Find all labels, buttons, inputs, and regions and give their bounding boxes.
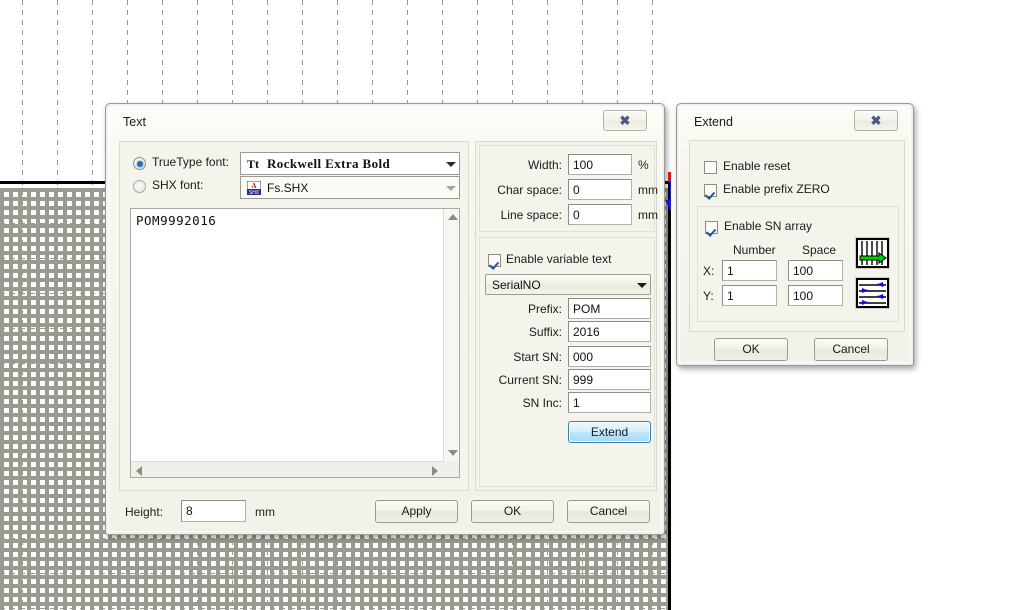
scroll-down-icon[interactable] <box>448 450 458 456</box>
width-unit: % <box>638 158 649 172</box>
variable-text-group: Enable variable text SerialNO Prefix: PO… <box>479 237 655 487</box>
y-axis-label: Y: <box>703 289 714 303</box>
start-sn-input[interactable]: 000 <box>568 346 651 367</box>
truetype-font-radio[interactable] <box>133 157 146 170</box>
text-dialog-surface: Text ✖ TrueType font: SHX font: Tt Rockw… <box>108 106 662 532</box>
extend-button[interactable]: Extend <box>568 421 651 443</box>
text-content-value: POM9992016 <box>136 213 217 228</box>
grid-line-h <box>0 573 671 574</box>
enable-reset-label: Enable reset <box>723 159 791 173</box>
text-dialog-titlebar[interactable]: Text ✖ <box>109 107 661 139</box>
text-dialog-title: Text <box>123 115 146 129</box>
line-space-unit: mm <box>638 208 658 222</box>
scroll-corner <box>443 461 459 477</box>
y-number-input[interactable]: 1 <box>722 285 777 306</box>
text-dialog-close-button[interactable]: ✖ <box>603 110 647 131</box>
editor-horizontal-scrollbar[interactable] <box>131 461 443 477</box>
ok-button[interactable]: OK <box>471 500 554 523</box>
extend-dialog-surface: Extend ✖ Enable reset Enable prefix ZERO… <box>679 106 911 363</box>
text-options-panel: Width: 100 % Char space: 0 mm Line space… <box>475 141 658 491</box>
extend-dialog-titlebar[interactable]: Extend ✖ <box>680 107 910 139</box>
grid-line-v <box>57 0 58 610</box>
shx-font-combo[interactable]: A SHX Fs.SHX <box>240 176 460 199</box>
space-column-header: Space <box>802 243 837 257</box>
app-root: Text ✖ TrueType font: SHX font: Tt Rockw… <box>0 0 1009 610</box>
variable-type-value: SerialNO <box>492 277 541 292</box>
enable-sn-array-label: Enable SN array <box>724 219 813 233</box>
truetype-font-label: TrueType font: <box>152 155 229 169</box>
extend-cancel-button[interactable]: Cancel <box>814 338 888 361</box>
grid-line-h <box>0 538 671 539</box>
char-space-unit: mm <box>638 183 658 197</box>
line-space-input[interactable]: 0 <box>568 204 632 225</box>
height-input[interactable]: 8 <box>181 500 246 522</box>
array-scan-unidirectional-icon[interactable] <box>855 237 890 269</box>
cancel-button[interactable]: Cancel <box>567 500 650 523</box>
y-space-input[interactable]: 100 <box>788 285 843 306</box>
enable-variable-text-checkbox[interactable] <box>488 254 501 267</box>
start-sn-label: Start SN: <box>513 350 562 364</box>
close-icon: ✖ <box>870 113 882 128</box>
char-space-label: Char space: <box>497 183 562 197</box>
svg-text:SHX: SHX <box>249 190 260 195</box>
line-space-label: Line space: <box>500 208 562 222</box>
current-sn-input[interactable]: 999 <box>568 369 651 390</box>
x-axis-label: X: <box>703 264 715 278</box>
height-unit: mm <box>255 505 275 519</box>
text-content-editor[interactable]: POM9992016 <box>130 208 460 478</box>
width-input[interactable]: 100 <box>568 154 632 175</box>
chevron-down-icon[interactable] <box>441 177 459 198</box>
workpiece-right-edge <box>668 182 671 610</box>
apply-button[interactable]: Apply <box>375 500 458 523</box>
extend-options-panel: Enable reset Enable prefix ZERO Enable S… <box>689 140 905 332</box>
grid-line-h <box>0 608 671 609</box>
grid-line-v <box>22 0 23 610</box>
enable-sn-array-checkbox[interactable] <box>705 221 718 234</box>
font-and-text-panel: TrueType font: SHX font: Tt Rockwell Ext… <box>119 141 469 491</box>
height-label: Height: <box>125 505 164 519</box>
editor-vertical-scrollbar[interactable] <box>443 209 459 461</box>
suffix-label: Suffix: <box>528 325 562 339</box>
sn-array-group: Enable SN array Number Space X: 1 100 Y:… <box>697 206 899 322</box>
svg-text:A: A <box>251 182 256 190</box>
x-number-input[interactable]: 1 <box>722 260 777 281</box>
shx-font-radio[interactable] <box>133 180 146 193</box>
x-space-input[interactable]: 100 <box>788 260 843 281</box>
enable-prefix-zero-label: Enable prefix ZERO <box>723 182 830 196</box>
number-column-header: Number <box>733 243 776 257</box>
prefix-label: Prefix: <box>527 302 562 316</box>
shx-font-icon: A SHX <box>246 180 262 196</box>
truetype-font-icon: Tt <box>247 157 259 171</box>
enable-variable-text-label: Enable variable text <box>506 252 612 266</box>
width-label: Width: <box>527 158 562 172</box>
scroll-up-icon[interactable] <box>448 214 458 220</box>
shx-font-value: Fs.SHX <box>267 180 309 195</box>
current-sn-label: Current SN: <box>498 373 562 387</box>
text-dialog: Text ✖ TrueType font: SHX font: Tt Rockw… <box>105 103 665 535</box>
truetype-font-combo[interactable]: Tt Rockwell Extra Bold <box>240 152 460 175</box>
scroll-right-icon[interactable] <box>432 466 438 476</box>
extend-dialog-title: Extend <box>694 115 733 129</box>
array-scan-bidirectional-icon[interactable] <box>855 277 890 309</box>
sn-inc-label: SN Inc: <box>522 396 562 410</box>
sn-inc-input[interactable]: 1 <box>568 392 651 413</box>
extend-ok-button[interactable]: OK <box>714 338 788 361</box>
chevron-down-icon[interactable] <box>632 275 650 294</box>
enable-prefix-zero-checkbox[interactable] <box>704 184 717 197</box>
scroll-left-icon[interactable] <box>136 466 142 476</box>
prefix-input[interactable]: POM <box>568 298 651 319</box>
grid-line-v <box>92 0 93 610</box>
close-icon: ✖ <box>619 113 631 128</box>
text-metrics-group: Width: 100 % Char space: 0 mm Line space… <box>479 145 658 232</box>
variable-type-combo[interactable]: SerialNO <box>485 274 651 295</box>
enable-reset-checkbox[interactable] <box>704 161 717 174</box>
shx-font-label: SHX font: <box>152 178 204 192</box>
chevron-down-icon[interactable] <box>441 153 459 174</box>
truetype-font-value: Rockwell Extra Bold <box>267 155 391 171</box>
extend-dialog-close-button[interactable]: ✖ <box>854 110 898 131</box>
suffix-input[interactable]: 2016 <box>568 321 651 342</box>
char-space-input[interactable]: 0 <box>568 179 632 200</box>
extend-dialog: Extend ✖ Enable reset Enable prefix ZERO… <box>676 103 914 366</box>
